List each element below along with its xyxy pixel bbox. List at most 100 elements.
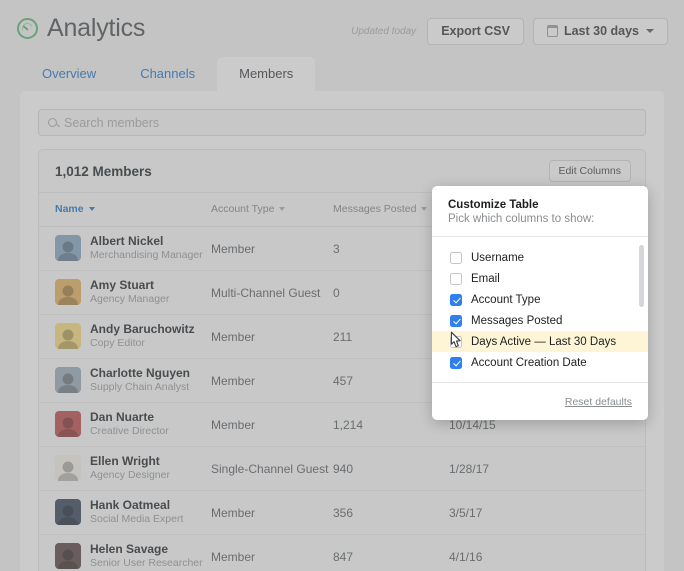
- cell-account-type: Member: [211, 358, 333, 403]
- caret-down-icon: [421, 207, 428, 211]
- member-role: Agency Designer: [90, 469, 170, 482]
- cell-name: Dan Nuarte Creative Director: [39, 402, 211, 447]
- column-option-label: Username: [471, 251, 525, 264]
- member-role: Social Media Expert: [90, 513, 184, 526]
- cell-account-type: Member: [211, 314, 333, 359]
- column-header-account-type[interactable]: Account Type: [211, 192, 333, 227]
- column-option-label: Account Creation Date: [471, 356, 587, 369]
- reset-defaults-link[interactable]: Reset defaults: [565, 396, 632, 408]
- avatar: [55, 455, 81, 482]
- table-row[interactable]: Ellen Wright Agency Designer Single-Channe…: [39, 446, 645, 491]
- search-field[interactable]: Search members: [38, 109, 646, 136]
- calendar-icon: [546, 25, 559, 37]
- column-label-messages-posted: Messages Posted: [333, 203, 417, 215]
- cell-messages-posted: 356: [333, 490, 449, 535]
- member-role: Creative Director: [90, 425, 169, 438]
- member-name: Ellen Wright: [90, 454, 160, 469]
- checkbox-icon[interactable]: [450, 335, 462, 348]
- cell-name: Charlotte Nguyen Supply Chain Analyst: [39, 358, 211, 403]
- date-range-button[interactable]: Last 30 days: [532, 18, 668, 45]
- avatar: [55, 235, 81, 262]
- column-option[interactable]: Account Creation Date: [432, 352, 648, 373]
- caret-down-icon: [279, 207, 286, 211]
- cell-name: Albert Nickel Merchandising Manager: [39, 226, 211, 271]
- column-options-list: Username Email Account Type Messages Posted…: [432, 236, 648, 382]
- column-option-label: Days Active — Last 30 Days: [471, 335, 617, 348]
- app-root: Analytics Updated today Export CSV Last …: [0, 0, 684, 571]
- customize-table-popover: Customize Table Pick which columns to sh…: [432, 186, 648, 420]
- member-name: Charlotte Nguyen: [90, 366, 191, 381]
- cell-account-type: Member: [211, 402, 333, 447]
- tab-channels[interactable]: Channels: [118, 57, 217, 91]
- cell-account-type: Multi-Channel Guest: [211, 270, 333, 315]
- checkbox-icon[interactable]: [450, 314, 462, 327]
- column-option[interactable]: Username: [432, 247, 648, 268]
- caret-down-icon: [88, 207, 95, 211]
- cell-account-type: Member: [211, 226, 333, 271]
- members-count: 1,012 Members: [55, 163, 152, 179]
- column-option[interactable]: Messages Posted: [432, 310, 648, 331]
- member-role: Supply Chain Analyst: [90, 381, 190, 394]
- avatar: [55, 543, 81, 570]
- column-option[interactable]: Email: [432, 268, 648, 289]
- brand: Analytics: [17, 14, 145, 43]
- vertical-scrollbar[interactable]: [639, 245, 644, 307]
- column-header-name[interactable]: Name: [39, 192, 211, 227]
- cell-name: Hank Oatmeal Social Media Expert: [39, 490, 211, 535]
- popover-header: Customize Table Pick which columns to sh…: [432, 186, 648, 236]
- column-option-label: Email: [471, 272, 500, 285]
- member-name: Andy Baruchowitz: [90, 322, 195, 337]
- cell-creation-date: 3/5/17: [449, 490, 645, 535]
- tab-overview[interactable]: Overview: [20, 57, 118, 91]
- search-icon: [48, 118, 57, 127]
- tab-bar: Overview Channels Members: [20, 57, 316, 91]
- column-label-account-type: Account Type: [211, 203, 275, 215]
- checkbox-icon[interactable]: [450, 293, 462, 306]
- export-csv-label: Export CSV: [441, 24, 510, 38]
- checkbox-icon[interactable]: [450, 356, 462, 369]
- cell-creation-date: 1/28/17: [449, 446, 645, 491]
- column-option[interactable]: Account Type: [432, 289, 648, 310]
- cell-name: Ellen Wright Agency Designer: [39, 446, 211, 491]
- column-option-label: Account Type: [471, 293, 541, 306]
- table-row[interactable]: Helen Savage Senior User Researcher Member…: [39, 534, 645, 571]
- chevron-down-icon: [646, 29, 654, 34]
- page-title: Analytics: [47, 14, 146, 42]
- cell-messages-posted: 940: [333, 446, 449, 491]
- checkbox-icon[interactable]: [450, 251, 462, 264]
- member-role: Agency Manager: [90, 293, 170, 306]
- updated-status: Updated today: [351, 25, 417, 37]
- cell-creation-date: 4/1/16: [449, 534, 645, 571]
- tab-members[interactable]: Members: [217, 57, 316, 91]
- member-name: Dan Nuarte: [90, 410, 155, 425]
- avatar: [55, 323, 81, 350]
- cell-account-type: Single-Channel Guest: [211, 446, 333, 491]
- popover-footer: Reset defaults: [432, 382, 648, 420]
- avatar: [55, 279, 81, 306]
- page-header: Analytics Updated today Export CSV Last …: [0, 0, 684, 54]
- export-csv-button[interactable]: Export CSV: [427, 18, 524, 45]
- cell-name: Andy Baruchowitz Copy Editor: [39, 314, 211, 359]
- member-name: Helen Savage: [90, 542, 169, 557]
- column-label-name: Name: [55, 203, 84, 215]
- edit-columns-button[interactable]: Edit Columns: [548, 159, 631, 183]
- cell-messages-posted: 847: [333, 534, 449, 571]
- member-name: Amy Stuart: [90, 278, 155, 293]
- member-role: Merchandising Manager: [90, 249, 203, 262]
- header-actions: Updated today Export CSV Last 30 days: [351, 18, 668, 45]
- table-row[interactable]: Hank Oatmeal Social Media Expert Member 356…: [39, 490, 645, 535]
- checkbox-icon[interactable]: [450, 272, 462, 285]
- avatar: [55, 411, 81, 438]
- cell-account-type: Member: [211, 490, 333, 535]
- column-option[interactable]: Days Active — Last 30 Days: [432, 331, 648, 352]
- member-name: Hank Oatmeal: [90, 498, 171, 513]
- member-role: Copy Editor: [90, 337, 145, 350]
- popover-subtitle: Pick which columns to show:: [448, 213, 595, 225]
- cell-name: Helen Savage Senior User Researcher: [39, 534, 211, 571]
- avatar: [55, 499, 81, 526]
- avatar: [55, 367, 81, 394]
- member-name: Albert Nickel: [90, 234, 164, 249]
- cell-account-type: Member: [211, 534, 333, 571]
- column-option-label: Messages Posted: [471, 314, 563, 327]
- date-range-label: Last 30 days: [563, 24, 639, 38]
